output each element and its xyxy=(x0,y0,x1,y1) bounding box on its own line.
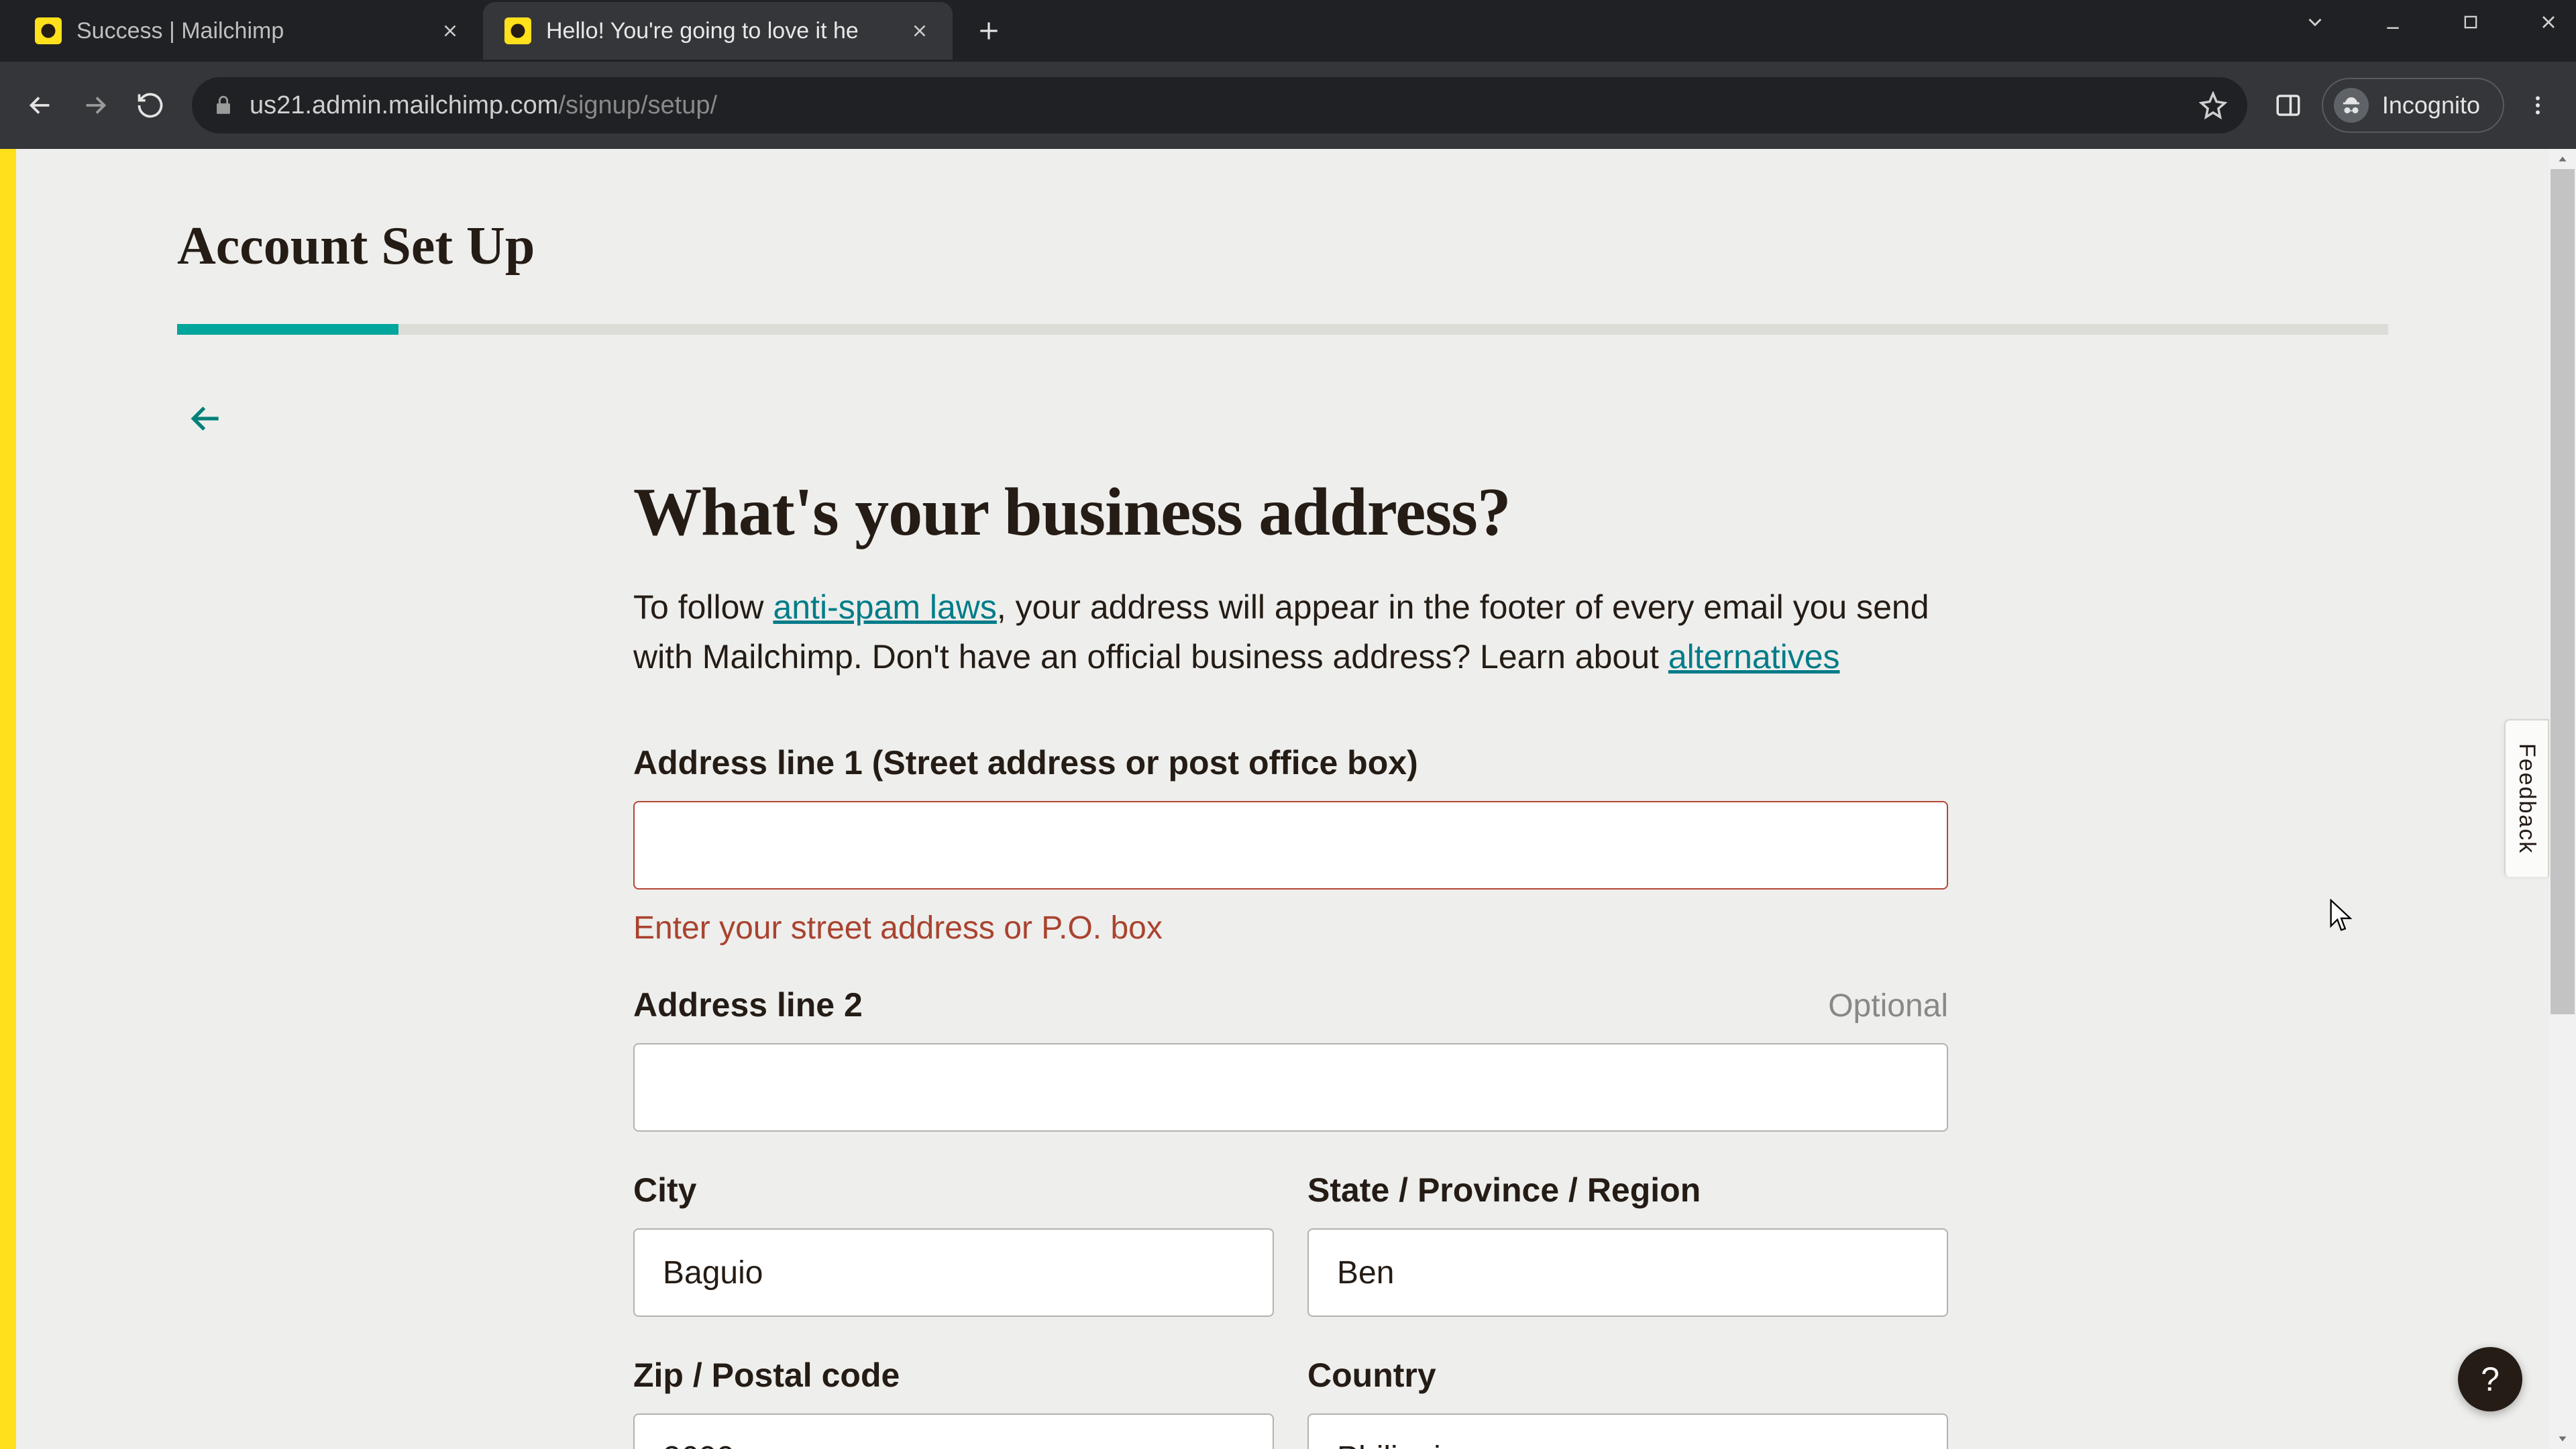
mailchimp-favicon xyxy=(35,17,62,44)
alternatives-link[interactable]: alternatives xyxy=(1668,638,1840,676)
bookmark-star-icon[interactable] xyxy=(2199,91,2227,119)
profile-label: Incognito xyxy=(2382,91,2480,119)
scrollbar[interactable] xyxy=(2549,149,2576,1449)
zip-input[interactable] xyxy=(633,1413,1274,1449)
field-address2: Address line 2 Optional xyxy=(633,985,1948,1132)
page-title: Account Set Up xyxy=(177,216,2549,277)
help-button[interactable]: ? xyxy=(2458,1347,2522,1411)
field-city: City xyxy=(633,1171,1274,1317)
new-tab-button[interactable] xyxy=(969,11,1009,51)
scroll-up-icon[interactable] xyxy=(2549,149,2576,169)
close-window-icon[interactable] xyxy=(2533,7,2564,38)
reload-button[interactable] xyxy=(130,85,170,125)
country-label: Country xyxy=(1307,1356,1436,1395)
progress-bar xyxy=(177,324,2388,335)
state-input[interactable] xyxy=(1307,1228,1948,1317)
address2-label: Address line 2 xyxy=(633,985,863,1024)
address-bar[interactable]: us21.admin.mailchimp.com/signup/setup/ xyxy=(192,77,2247,133)
anti-spam-link[interactable]: anti-spam laws xyxy=(773,588,996,626)
lock-icon xyxy=(212,94,235,117)
incognito-icon xyxy=(2334,88,2369,123)
address2-input[interactable] xyxy=(633,1043,1948,1132)
address1-label: Address line 1 (Street address or post o… xyxy=(633,743,1418,782)
field-state: State / Province / Region xyxy=(1307,1171,1948,1317)
url-path: /signup/setup/ xyxy=(558,91,717,119)
chevron-down-icon[interactable] xyxy=(2300,7,2330,38)
country-select[interactable] xyxy=(1307,1413,1948,1449)
form-description: To follow anti-spam laws, your address w… xyxy=(633,582,1935,682)
scroll-down-icon[interactable] xyxy=(2549,1429,2576,1449)
zip-label: Zip / Postal code xyxy=(633,1356,900,1395)
close-icon[interactable] xyxy=(437,18,463,44)
brand-accent-bar xyxy=(0,149,16,1449)
tab-title: Success | Mailchimp xyxy=(76,18,423,44)
feedback-tab[interactable]: Feedback xyxy=(2504,719,2549,877)
close-icon[interactable] xyxy=(907,18,932,44)
kebab-menu-icon[interactable] xyxy=(2519,87,2556,124)
help-icon: ? xyxy=(2481,1360,2500,1399)
field-address1: Address line 1 (Street address or post o… xyxy=(633,743,1948,947)
maximize-icon[interactable] xyxy=(2455,7,2486,38)
progress-fill xyxy=(177,324,398,335)
window-controls xyxy=(2300,7,2564,38)
scrollbar-thumb[interactable] xyxy=(2551,169,2575,1014)
form-heading: What's your business address? xyxy=(633,473,1948,551)
minimize-icon[interactable] xyxy=(2377,7,2408,38)
field-country: Country xyxy=(1307,1356,1948,1449)
tab-hello[interactable]: Hello! You're going to love it he xyxy=(483,2,953,60)
state-label: State / Province / Region xyxy=(1307,1171,1701,1210)
page-viewport: Account Set Up What's your business addr… xyxy=(0,149,2576,1449)
profile-chip[interactable]: Incognito xyxy=(2322,78,2504,133)
url-text: us21.admin.mailchimp.com/signup/setup/ xyxy=(250,91,717,120)
tab-strip: Success | Mailchimp Hello! You're going … xyxy=(0,0,2576,62)
city-label: City xyxy=(633,1171,696,1210)
browser-toolbar: us21.admin.mailchimp.com/signup/setup/ I… xyxy=(0,62,2576,149)
city-input[interactable] xyxy=(633,1228,1274,1317)
back-button[interactable] xyxy=(20,85,60,125)
forward-button[interactable] xyxy=(75,85,115,125)
side-panel-icon[interactable] xyxy=(2270,87,2307,124)
tab-title: Hello! You're going to love it he xyxy=(546,18,892,44)
address1-input[interactable] xyxy=(633,801,1948,890)
desc-lead: To follow xyxy=(633,588,773,626)
url-host: us21.admin.mailchimp.com xyxy=(250,91,558,119)
address1-error: Enter your street address or P.O. box xyxy=(633,910,1948,947)
address2-optional: Optional xyxy=(1828,987,1948,1024)
feedback-label: Feedback xyxy=(2514,743,2540,854)
form-container: What's your business address? To follow … xyxy=(633,473,1948,1449)
tab-success[interactable]: Success | Mailchimp xyxy=(13,2,483,60)
field-zip: Zip / Postal code xyxy=(633,1356,1274,1449)
mailchimp-favicon xyxy=(504,17,531,44)
step-back-button[interactable] xyxy=(182,395,229,442)
